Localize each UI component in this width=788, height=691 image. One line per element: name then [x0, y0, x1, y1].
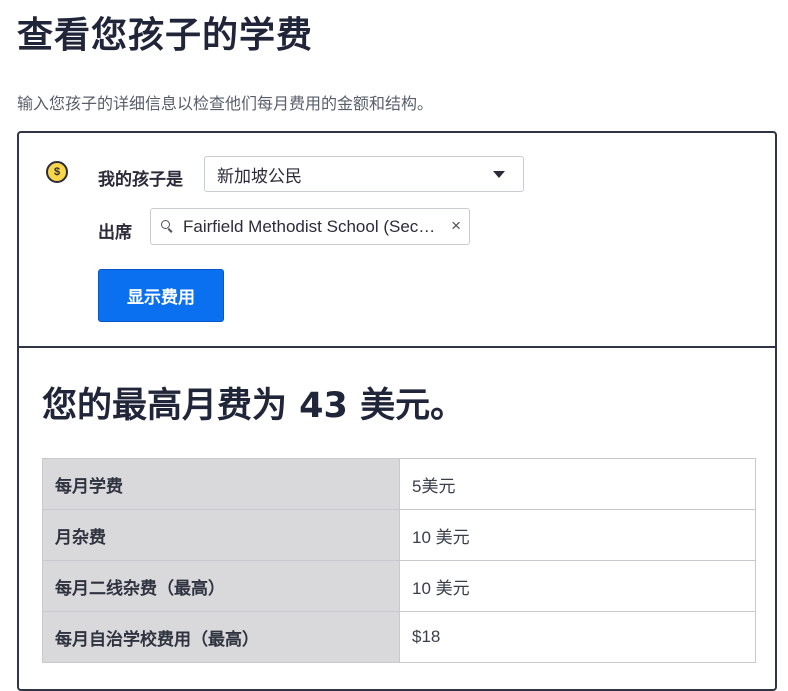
- table-row: 月杂费 10 美元: [42, 509, 756, 561]
- result-heading: 您的最高月费为 43 美元。: [42, 386, 466, 426]
- fee-table: 每月学费 5美元 月杂费 10 美元 每月二线杂费（最高） 10 美元 每月自治学校费用（最…: [42, 458, 756, 663]
- child-status-label: 我的孩子是: [98, 170, 183, 189]
- citizenship-select[interactable]: 新加坡公民: [204, 156, 524, 192]
- dollar-coin-icon: $: [46, 161, 68, 183]
- table-row: 每月自治学校费用（最高） $18: [42, 611, 756, 663]
- fee-name-cell: 每月二线杂费（最高）: [42, 560, 400, 612]
- school-input-value: Fairfield Methodist School (Secondary): [183, 216, 441, 236]
- attend-label: 出席: [98, 223, 132, 242]
- fee-calculator-card: $ 我的孩子是 新加坡公民 出席 Fairfield Methodist Sch…: [17, 131, 777, 691]
- school-search-input[interactable]: Fairfield Methodist School (Secondary) ×: [150, 208, 470, 245]
- table-row: 每月二线杂费（最高） 10 美元: [42, 560, 756, 612]
- fee-name-cell: 每月自治学校费用（最高）: [42, 611, 400, 663]
- table-row: 每月学费 5美元: [42, 458, 756, 510]
- fee-form: $ 我的孩子是 新加坡公民 出席 Fairfield Methodist Sch…: [19, 133, 775, 348]
- show-fees-button[interactable]: 显示费用: [98, 269, 224, 322]
- fee-name-cell: 每月学费: [42, 458, 400, 510]
- fee-name-cell: 月杂费: [42, 509, 400, 561]
- search-icon: [161, 219, 175, 234]
- page-title: 查看您孩子的学费: [17, 15, 314, 56]
- fee-value-cell: 5美元: [399, 458, 756, 510]
- clear-icon[interactable]: ×: [451, 217, 461, 235]
- fee-value-cell: 10 美元: [399, 560, 756, 612]
- caret-down-icon: [493, 171, 505, 178]
- fee-value-cell: $18: [399, 611, 756, 663]
- fee-value-cell: 10 美元: [399, 509, 756, 561]
- citizenship-selected-value: 新加坡公民: [217, 166, 302, 186]
- page-description: 输入您孩子的详细信息以检查他们每月费用的金额和结构。: [17, 96, 434, 113]
